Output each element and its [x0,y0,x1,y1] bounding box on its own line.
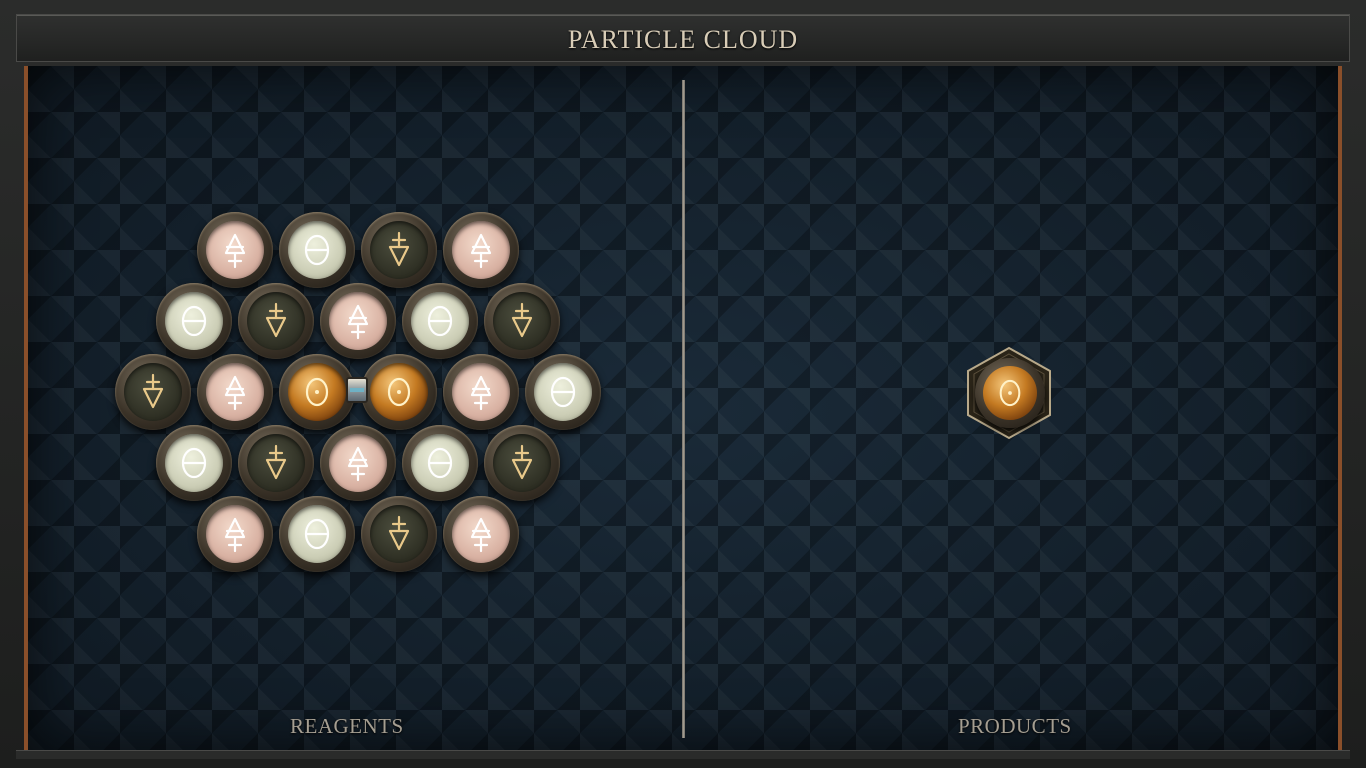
earth-element-icon [388,515,410,551]
atom-core [165,434,223,492]
atom-core [165,292,223,350]
atom-core [452,505,510,563]
atom-core [534,363,592,421]
atom-core [411,434,469,492]
atom-air[interactable] [197,354,273,430]
atom-earth[interactable] [484,425,560,501]
air-element-icon [224,517,246,553]
atom-air[interactable] [197,212,273,288]
product-atom-core [983,366,1037,420]
atom-earth[interactable] [361,212,437,288]
atom-salt[interactable] [402,425,478,501]
earth-element-icon [265,444,287,480]
atom-core [206,363,264,421]
atom-air[interactable] [443,212,519,288]
earth-element-icon [142,373,164,409]
atom-core [247,434,305,492]
atom-earth[interactable] [115,354,191,430]
atom-core [247,292,305,350]
atom-salt[interactable] [279,212,355,288]
earth-element-icon [265,302,287,338]
atom-salt[interactable] [156,425,232,501]
salt-element-icon [427,447,453,479]
air-element-icon [347,304,369,340]
salt-element-icon [550,376,576,408]
panel-divider [682,80,685,738]
atom-core [206,505,264,563]
atom-air[interactable] [443,354,519,430]
atom-core [370,221,428,279]
atom-core [329,292,387,350]
atom-gold[interactable] [279,354,355,430]
window-title: PARTICLE CLOUD [567,25,799,54]
reagents-label: REAGENTS [290,714,404,738]
title-bar: PARTICLE CLOUD [16,14,1350,62]
bottom-rim [16,750,1350,759]
atom-core [124,363,182,421]
air-element-icon [470,375,492,411]
atom-core [370,363,428,421]
atom-earth[interactable] [361,496,437,572]
atom-earth[interactable] [238,425,314,501]
salt-element-icon [304,234,330,266]
earth-element-icon [511,302,533,338]
atom-core [493,434,551,492]
air-element-icon [347,446,369,482]
product-atom-gold[interactable] [975,358,1045,428]
gold-element-icon [999,379,1021,407]
air-element-icon [224,233,246,269]
atom-earth[interactable] [238,283,314,359]
salt-element-icon [304,518,330,550]
air-element-icon [470,233,492,269]
gold-element-icon [387,377,411,407]
atom-earth[interactable] [484,283,560,359]
reagent-bond[interactable] [346,377,368,403]
atom-salt[interactable] [279,496,355,572]
atom-salt[interactable] [402,283,478,359]
atom-air[interactable] [443,496,519,572]
atom-gold[interactable] [361,354,437,430]
atom-core [452,363,510,421]
atom-air[interactable] [197,496,273,572]
atom-core [288,221,346,279]
atom-air[interactable] [320,425,396,501]
salt-element-icon [181,447,207,479]
atom-core [493,292,551,350]
products-label: PRODUCTS [958,714,1072,738]
salt-element-icon [181,305,207,337]
atom-air[interactable] [320,283,396,359]
atom-core [329,434,387,492]
atom-core [288,363,346,421]
air-element-icon [224,375,246,411]
gold-element-icon [305,377,329,407]
atom-core [288,505,346,563]
atom-core [452,221,510,279]
atom-core [370,505,428,563]
atom-salt[interactable] [525,354,601,430]
atom-salt[interactable] [156,283,232,359]
earth-element-icon [511,444,533,480]
air-element-icon [470,517,492,553]
salt-element-icon [427,305,453,337]
earth-element-icon [388,231,410,267]
atom-core [411,292,469,350]
atom-core [206,221,264,279]
